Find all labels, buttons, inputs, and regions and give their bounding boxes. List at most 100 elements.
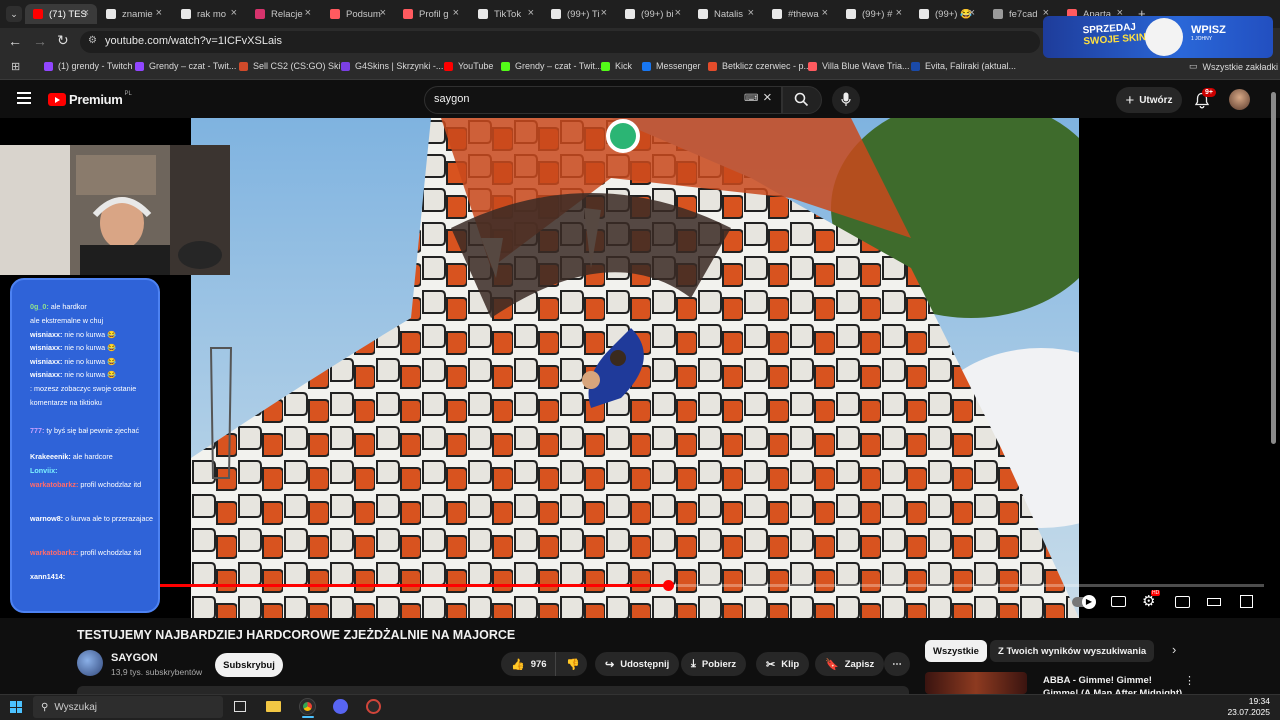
recommended-thumbnail[interactable]: [925, 672, 1027, 694]
search-input[interactable]: saygon: [434, 93, 469, 105]
browser-tab[interactable]: Profil g ×: [395, 4, 467, 24]
theater-mode-icon[interactable]: [1207, 598, 1221, 606]
subtitles-icon[interactable]: [1111, 596, 1126, 607]
close-tab-icon[interactable]: ×: [601, 7, 607, 19]
download-icon: ⤓: [691, 657, 696, 670]
search-box[interactable]: [424, 86, 782, 114]
bookmark-item[interactable]: Kick: [601, 61, 632, 71]
bookmark-label: G4Skins | Skrzynki -...: [355, 61, 444, 71]
bookmark-favicon: [239, 61, 248, 71]
reload-button[interactable]: ↻: [57, 32, 69, 49]
bookmark-item[interactable]: YouTube: [444, 61, 493, 71]
browser-tab[interactable]: (99+) Ti ×: [543, 4, 615, 24]
create-button[interactable]: + Utwórz: [1116, 87, 1182, 113]
close-tab-icon[interactable]: ×: [453, 7, 459, 19]
browser-tab[interactable]: (71) TES ×: [25, 4, 97, 24]
chip-all[interactable]: Wszystkie: [925, 640, 987, 662]
share-button[interactable]: ↪ Udostępnij: [595, 652, 680, 676]
page-scrollbar[interactable]: [1271, 92, 1276, 444]
browser-tab[interactable]: Podsum ×: [322, 4, 394, 24]
close-tab-icon[interactable]: ×: [156, 7, 162, 19]
close-tab-icon[interactable]: ×: [896, 7, 902, 19]
tiktok-favicon: [698, 9, 708, 19]
account-avatar[interactable]: [1229, 89, 1250, 110]
bookmark-item[interactable]: (1) grendy - Twitch: [44, 61, 132, 71]
stream-chat-overlay: 0g_0: ale hardkor ale ekstremalne w chuj…: [10, 278, 160, 613]
bookmark-item[interactable]: Betklicz czerwiec - p...: [708, 61, 811, 71]
browser-tab[interactable]: TikTok ×: [470, 4, 542, 24]
close-tab-icon[interactable]: ×: [528, 7, 534, 19]
close-tab-icon[interactable]: ×: [380, 7, 386, 19]
save-button[interactable]: 🔖 Zapisz: [815, 652, 885, 676]
dislike-button[interactable]: 👎: [555, 652, 587, 676]
browser-tab[interactable]: Relacje ×: [247, 4, 319, 24]
taskbar-search[interactable]: ⚲ Wyszukaj: [33, 696, 223, 718]
channel-avatar[interactable]: [77, 650, 103, 676]
chip-from-search[interactable]: Z Twoich wyników wyszukiwania: [990, 640, 1155, 662]
miniplayer-icon[interactable]: [1175, 596, 1190, 608]
bookmark-item[interactable]: Grendy – czat - Twit...: [501, 61, 602, 71]
channel-name[interactable]: SAYGON: [111, 652, 158, 664]
fullscreen-icon[interactable]: [1240, 595, 1253, 608]
close-tab-icon[interactable]: ×: [675, 7, 681, 19]
bookmark-item[interactable]: Grendy – czat - Twit...: [135, 61, 236, 71]
chip-next-icon[interactable]: ›: [1172, 642, 1176, 657]
autoplay-toggle[interactable]: ▶: [1072, 595, 1096, 609]
task-view-icon[interactable]: [234, 701, 246, 712]
close-tab-icon[interactable]: ×: [305, 7, 311, 19]
site-info-icon[interactable]: ⚙: [88, 35, 97, 46]
notification-badge: 9+: [1202, 88, 1216, 97]
youtube-logo[interactable]: Premium PL: [48, 91, 132, 107]
hamburger-menu-icon[interactable]: [17, 92, 31, 104]
url-text[interactable]: youtube.com/watch?v=1ICFvXSLais: [105, 35, 282, 47]
tab-search-button[interactable]: ⌄: [6, 6, 22, 22]
folder-icon: ▭: [1189, 61, 1198, 71]
close-tab-icon[interactable]: ×: [969, 7, 975, 19]
browser-tab[interactable]: Natalis ×: [690, 4, 762, 24]
chrome-taskbar-icon[interactable]: [299, 698, 316, 715]
back-button[interactable]: ←: [8, 33, 22, 49]
recommended-menu-icon[interactable]: ⋮: [1184, 674, 1195, 687]
subscribe-button[interactable]: Subskrybuj: [215, 653, 283, 677]
bookmark-item[interactable]: Evita, Faliraki (aktual...: [911, 61, 1016, 71]
browser-tab[interactable]: #thewa ×: [764, 4, 836, 24]
bookmark-label: Villa Blue Wave Tria...: [822, 61, 910, 71]
system-clock[interactable]: 19:34 23.07.2025: [1220, 696, 1270, 718]
more-actions-button[interactable]: ⋯: [884, 652, 910, 676]
file-explorer-icon[interactable]: [266, 701, 281, 712]
notifications-button[interactable]: 9+: [1192, 88, 1216, 110]
windows-start-icon[interactable]: [10, 701, 22, 713]
browser-tab[interactable]: (99+) 😂 ×: [911, 4, 983, 24]
browser-tab[interactable]: znamie ×: [98, 4, 170, 24]
bookmark-item[interactable]: G4Skins | Skrzynki -...: [341, 61, 443, 71]
description-box[interactable]: [77, 686, 909, 694]
close-tab-icon[interactable]: ×: [83, 7, 89, 19]
browser-tab[interactable]: rak mo ×: [173, 4, 245, 24]
browser-tab[interactable]: (99+) # ×: [838, 4, 910, 24]
settings-gear-icon[interactable]: ⚙ HD: [1142, 590, 1161, 610]
cs2-taskbar-icon[interactable]: [366, 699, 381, 714]
close-tab-icon[interactable]: ×: [822, 7, 828, 19]
clear-search-icon[interactable]: ×: [763, 89, 772, 106]
discord-taskbar-icon[interactable]: [333, 699, 348, 714]
youtube-favicon: [33, 9, 43, 19]
all-bookmarks-folder[interactable]: ▭ Wszystkie zakładki: [1189, 61, 1278, 72]
bookmark-label: Evita, Faliraki (aktual...: [925, 61, 1017, 71]
like-button[interactable]: 👍 976: [501, 652, 555, 676]
bookmark-item[interactable]: Messenger: [642, 61, 701, 71]
keyboard-icon[interactable]: ⌨: [744, 93, 758, 104]
browser-tab[interactable]: (99+) bi ×: [617, 4, 689, 24]
close-tab-icon[interactable]: ×: [231, 7, 237, 19]
bookmark-item[interactable]: Sell CS2 (CS:GO) Ski...: [239, 61, 348, 71]
bookmark-item[interactable]: Villa Blue Wave Tria...: [808, 61, 910, 71]
advertisement-banner[interactable]: SPRZEDAJ SWOJE SKINY WPISZ 1 JOHNY: [1043, 16, 1273, 58]
clip-button[interactable]: ✂ Klip: [756, 652, 810, 676]
close-tab-icon[interactable]: ×: [748, 7, 754, 19]
forward-button[interactable]: →: [33, 33, 47, 49]
chat-username: 777:: [30, 426, 45, 435]
download-button[interactable]: ⤓ Pobierz: [681, 652, 747, 676]
like-count: 976: [530, 658, 547, 670]
progress-scrubber[interactable]: [662, 580, 674, 591]
video-frame[interactable]: [191, 118, 1079, 618]
apps-grid-icon[interactable]: ⊞: [11, 60, 20, 73]
